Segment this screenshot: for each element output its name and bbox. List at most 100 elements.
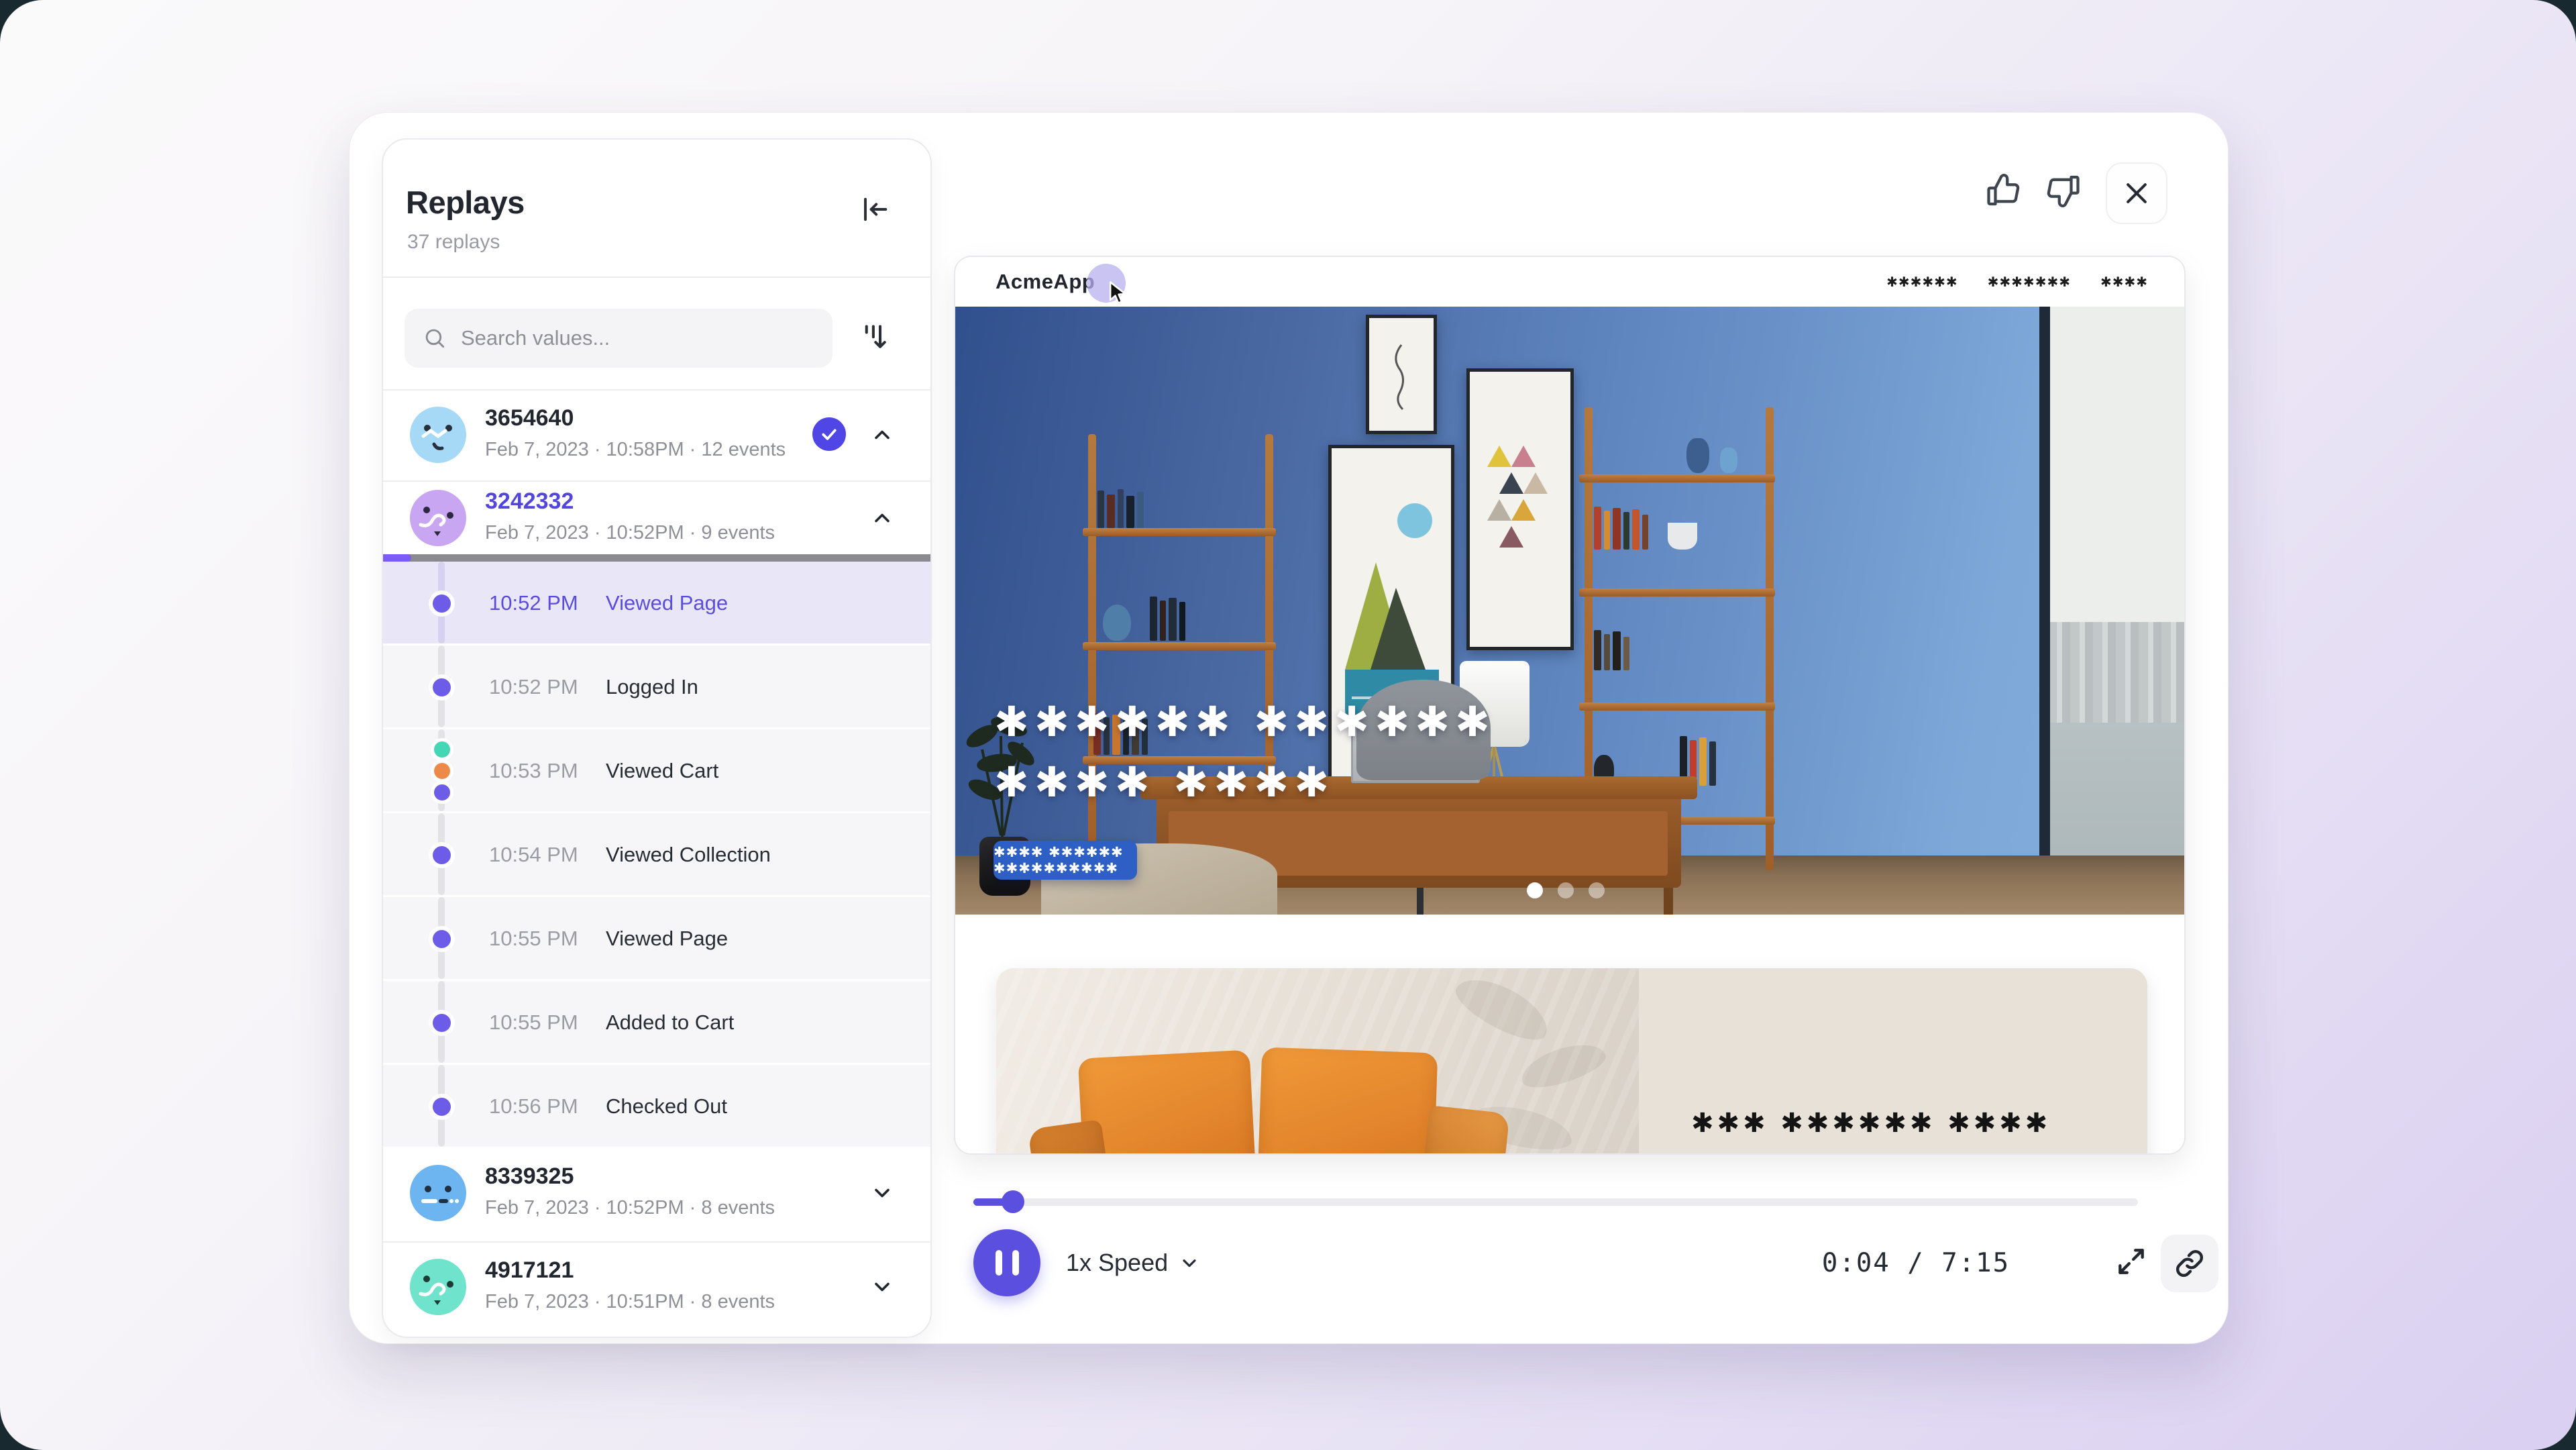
- session-row[interactable]: 4917121 Feb 7, 2023 · 10:51PM · 8 events: [383, 1241, 930, 1334]
- replay-hero-image: ✱✱✱✱✱✱ ✱✱✱✱✱✱ ✱✱✱✱ ✱✱✱✱ ✱✱✱✱ ✱✱✱✱✱✱ ✱✱✱✱…: [955, 307, 2184, 915]
- session-avatar: [410, 407, 466, 463]
- speed-selector[interactable]: 1x Speed: [1066, 1229, 1200, 1296]
- event-time: 10:54 PM: [489, 843, 578, 867]
- site-nav: ✱✱✱✱✱✱ ✱✱✱✱✱✱✱ ✱✱✱✱: [1886, 257, 2148, 307]
- thumbs-up-icon: [1984, 170, 2024, 214]
- session-scrubber[interactable]: [383, 554, 930, 562]
- event-time: 10:55 PM: [489, 1011, 578, 1035]
- session-meta: Feb 7, 2023 · 10:51PM · 8 events: [485, 1291, 775, 1313]
- hero-headline-masked: ✱✱✱✱✱✱ ✱✱✱✱✱✱: [994, 697, 1495, 746]
- event-row[interactable]: 10:55 PM Added to Cart: [383, 981, 930, 1065]
- site-logo: AcmeApp: [996, 270, 1095, 294]
- event-time: 10:52 PM: [489, 675, 578, 699]
- hero-cta-label-masked: ✱✱✱✱ ✱✱✱✱✱✱ ✱✱✱✱✱✱✱✱✱✱: [994, 844, 1137, 876]
- product-text-pane: ✱✱✱ ✱✱✱✱✱✱ ✱✱✱✱: [1639, 968, 2147, 1155]
- replay-count: 37 replays: [407, 231, 500, 254]
- close-button[interactable]: [2106, 162, 2167, 224]
- product-card[interactable]: ✱✱✱ ✱✱✱✱✱✱ ✱✱✱✱: [996, 968, 2147, 1155]
- nav-item-masked[interactable]: ✱✱✱✱✱✱✱: [1988, 274, 2071, 291]
- session-row[interactable]: 3654640 Feb 7, 2023 · 10:58PM · 12 event…: [383, 389, 930, 482]
- carousel-dot[interactable]: [1558, 882, 1574, 898]
- replayed-site-header: AcmeApp ✱✱✱✱✱✱ ✱✱✱✱✱✱✱ ✱✱✱✱: [955, 257, 2184, 307]
- event-dot: [433, 1014, 451, 1032]
- chevron-up-icon[interactable]: [869, 505, 896, 531]
- nav-item-masked[interactable]: ✱✱✱✱✱✱: [1886, 274, 1958, 291]
- fullscreen-button[interactable]: [2112, 1244, 2150, 1282]
- event-dot: [433, 678, 451, 696]
- product-photo: [996, 968, 1639, 1155]
- divider: [383, 276, 930, 278]
- thumbs-down-icon: [2043, 170, 2083, 214]
- event-label: Checked Out: [606, 1094, 727, 1119]
- session-scrubber-progress: [383, 554, 411, 562]
- event-time: 10:55 PM: [489, 927, 578, 951]
- thumbs-down-button[interactable]: [2041, 170, 2084, 213]
- playback-progress-fill: [973, 1198, 1006, 1206]
- speed-label: 1x Speed: [1066, 1249, 1168, 1277]
- pause-button[interactable]: [973, 1229, 1040, 1296]
- session-meta: Feb 7, 2023 · 10:52PM · 9 events: [485, 522, 775, 544]
- nav-item-masked[interactable]: ✱✱✱✱: [2100, 274, 2148, 291]
- event-time: 10:53 PM: [489, 759, 578, 783]
- event-row[interactable]: 10:53 PM Viewed Cart: [383, 729, 930, 813]
- event-multi-dot: [434, 741, 450, 800]
- event-row[interactable]: 10:55 PM Viewed Page: [383, 897, 930, 981]
- event-dot: [433, 930, 451, 948]
- cursor-icon: [1104, 278, 1134, 308]
- event-row[interactable]: 10:52 PM Logged In: [383, 645, 930, 729]
- time-display: 0:04 / 7:15: [1758, 1229, 2074, 1296]
- event-time: 10:56 PM: [489, 1094, 578, 1119]
- event-row[interactable]: 10:54 PM Viewed Collection: [383, 813, 930, 897]
- event-row-selected[interactable]: 10:52 PM Viewed Page: [383, 562, 930, 645]
- session-row[interactable]: 3242332 Feb 7, 2023 · 10:52PM · 9 events: [383, 480, 930, 556]
- session-id: 8339325: [485, 1163, 574, 1190]
- search-box[interactable]: [405, 309, 833, 368]
- carousel-dot[interactable]: [1589, 882, 1605, 898]
- event-row[interactable]: 10:56 PM Checked Out: [383, 1065, 930, 1149]
- event-dot: [433, 594, 451, 613]
- playback-progress-knob[interactable]: [1002, 1190, 1024, 1213]
- chevron-up-icon[interactable]: [869, 421, 896, 448]
- search-input[interactable]: [460, 325, 815, 351]
- event-label: Added to Cart: [606, 1011, 734, 1035]
- event-label: Viewed Cart: [606, 759, 718, 783]
- session-avatar: [410, 1259, 466, 1315]
- session-id: 4917121: [485, 1257, 574, 1284]
- expand-icon: [2114, 1245, 2148, 1282]
- chevron-down-icon[interactable]: [869, 1180, 896, 1206]
- session-id: 3654640: [485, 405, 574, 431]
- replays-sidebar: Replays 37 replays: [382, 138, 932, 1338]
- copy-link-button[interactable]: [2161, 1235, 2218, 1292]
- session-meta: Feb 7, 2023 · 10:52PM · 8 events: [485, 1197, 775, 1219]
- event-label: Viewed Collection: [606, 843, 771, 867]
- carousel-dot-active[interactable]: [1527, 882, 1543, 898]
- session-avatar: [410, 490, 466, 546]
- event-dot: [433, 846, 451, 864]
- session-avatar: [410, 1165, 466, 1221]
- session-row[interactable]: 8339325 Feb 7, 2023 · 10:52PM · 8 events: [383, 1149, 930, 1240]
- session-meta: Feb 7, 2023 · 10:58PM · 12 events: [485, 439, 786, 461]
- hero-subline-masked: ✱✱✱✱ ✱✱✱✱: [994, 758, 1334, 807]
- session-id-active: 3242332: [485, 488, 574, 515]
- collapse-left-icon: [857, 192, 892, 230]
- watched-check-icon: [812, 417, 846, 451]
- event-time: 10:52 PM: [489, 591, 578, 615]
- chevron-down-icon: [1179, 1252, 1200, 1274]
- event-label: Logged In: [606, 675, 698, 699]
- playback-progress-bar[interactable]: [973, 1198, 2138, 1206]
- thumbs-up-button[interactable]: [1982, 170, 2025, 213]
- replay-viewer: AcmeApp ✱✱✱✱✱✱ ✱✱✱✱✱✱✱ ✱✱✱✱: [954, 256, 2186, 1155]
- product-title-masked: ✱✱✱ ✱✱✱✱✱✱ ✱✱✱✱: [1691, 1108, 2051, 1139]
- pause-icon: [996, 1250, 1002, 1276]
- page-background: Replays 37 replays: [0, 0, 2576, 1450]
- collapse-sidebar-button[interactable]: [855, 192, 893, 229]
- chevron-down-icon[interactable]: [869, 1274, 896, 1300]
- sidebar-title: Replays: [406, 184, 525, 221]
- hero-cta-button[interactable]: ✱✱✱✱ ✱✱✱✱✱✱ ✱✱✱✱✱✱✱✱✱✱: [994, 841, 1137, 880]
- link-icon: [2174, 1247, 2206, 1280]
- close-icon: [2122, 178, 2151, 208]
- sort-descending-icon: [856, 317, 892, 357]
- search-icon: [422, 325, 447, 351]
- event-dot: [433, 1098, 451, 1116]
- sort-filter-button[interactable]: [853, 315, 896, 358]
